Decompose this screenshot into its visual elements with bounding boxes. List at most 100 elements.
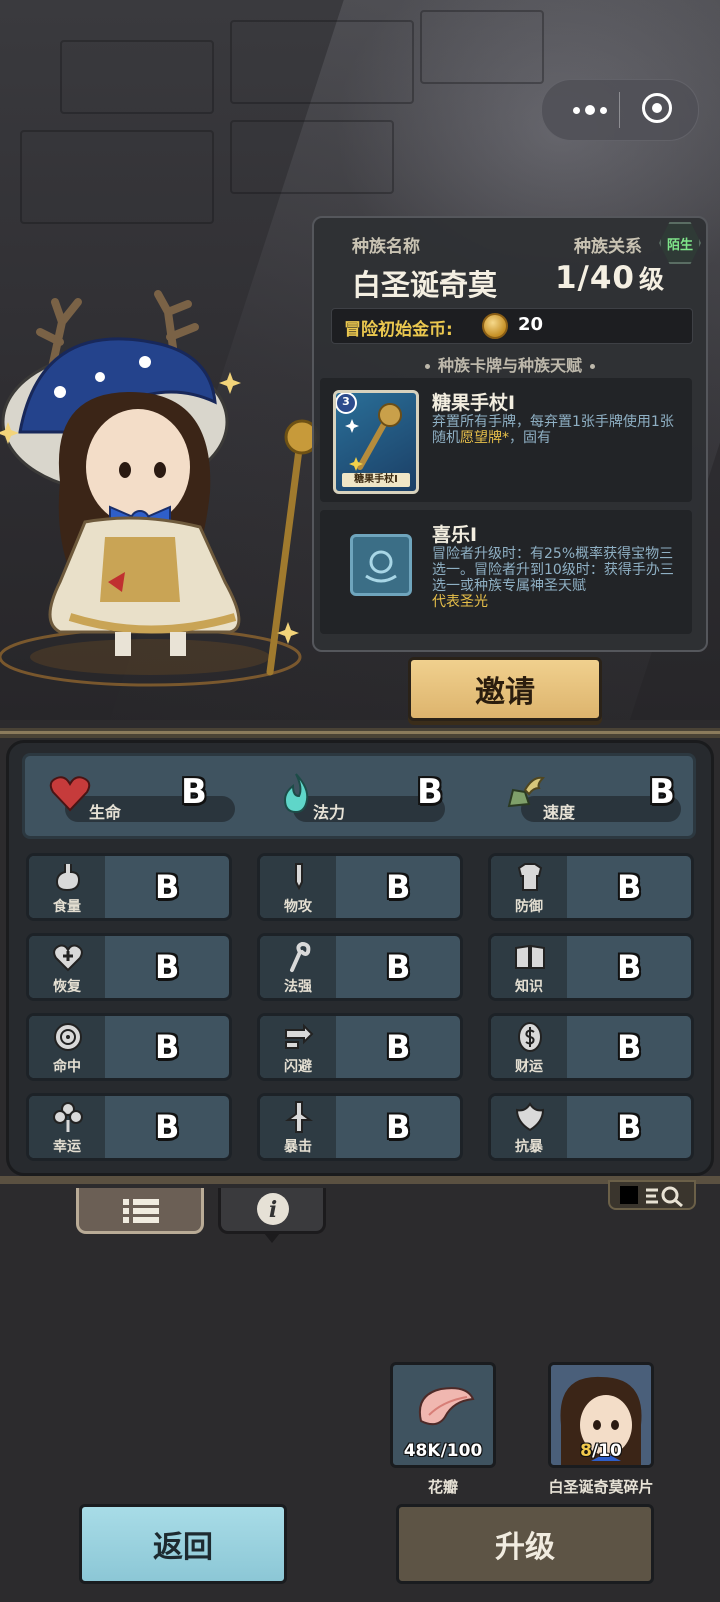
book-icon [515, 944, 545, 969]
heart-plus-icon [53, 944, 83, 972]
talent-desc-text: 冒险者升级时：有25%概率获得宝物三选一。冒险者升到10级时：获得手办三选一或种… [432, 546, 674, 594]
stat-grade: B [155, 1108, 180, 1146]
stat-knowledge[interactable]: 知识 B [488, 933, 694, 1001]
wall-brick [420, 10, 544, 84]
stat-grade: B [155, 868, 180, 906]
stat-appetite[interactable]: 食量 B [26, 853, 232, 921]
petal-icon [419, 1387, 475, 1426]
toggle-square-icon [620, 1186, 638, 1204]
dodge-icon [285, 1023, 314, 1049]
wing-boot-icon [507, 776, 545, 808]
candy-cane-card-art[interactable]: 3 糖果手杖I [333, 390, 419, 494]
section-title: 种族卡牌与种族天赋 [314, 352, 706, 376]
race-relation-label: 种族关系 [574, 237, 642, 257]
talent-desc-keyword: 代表圣光 [432, 594, 488, 610]
material-petal[interactable]: 48K/100 [390, 1362, 496, 1468]
invite-button[interactable]: 邀请 [408, 657, 602, 721]
stat-luck[interactable]: 幸运 B [26, 1093, 232, 1161]
stat-physical-attack[interactable]: 物攻 B [257, 853, 463, 921]
stat-grade: B [155, 948, 180, 986]
joy-talent-icon[interactable] [350, 534, 412, 596]
mp-label: 法力 [313, 803, 346, 822]
talent-description: 冒险者升级时：有25%概率获得宝物三选一。冒险者升到10级时：获得手办三选一或种… [432, 546, 682, 610]
material-petal-name: 花瓣 [427, 1478, 458, 1496]
stat-wealth[interactable]: 财运 B [488, 1013, 694, 1081]
back-button[interactable]: 返回 [79, 1504, 287, 1584]
race-name-label: 种族名称 [352, 237, 420, 257]
initial-gold-label: 冒险初始金币: [344, 320, 453, 340]
stat-magic-power[interactable]: 法强 B [257, 933, 463, 1001]
stat-accuracy[interactable]: 命中 B [26, 1013, 232, 1081]
card-name: 糖果手杖I [432, 392, 516, 414]
stomach-icon [55, 864, 81, 892]
material-shard[interactable]: 8/10 [548, 1362, 654, 1468]
stat-label: 幸运 [53, 1139, 81, 1155]
target-icon [54, 1023, 82, 1051]
info-icon: i [257, 1193, 289, 1225]
stat-grade: B [617, 1108, 642, 1146]
stat-recovery[interactable]: 恢复 B [26, 933, 232, 1001]
level-value: 1/40 [554, 260, 635, 296]
stat-label: 法强 [284, 979, 312, 995]
stat-label: 恢复 [53, 979, 81, 995]
stat-label: 抗暴 [515, 1139, 543, 1155]
miniprogram-capsule [541, 79, 699, 141]
card-desc-suffix: ，固有 [509, 430, 551, 446]
clover-icon [53, 1102, 83, 1132]
qty-current: 48K [403, 1441, 441, 1461]
relation-badge: 陌生 [659, 222, 701, 264]
hp-label: 生命 [89, 803, 122, 822]
qty-required: 100 [446, 1441, 483, 1461]
joy-swirl-icon [365, 550, 397, 583]
material-shard-name: 白圣诞奇莫碎片 [548, 1478, 654, 1496]
stat-label: 财运 [515, 1059, 543, 1075]
stat-grade: B [617, 868, 642, 906]
more-menu-button[interactable] [563, 94, 617, 126]
view-toggle[interactable] [608, 1180, 696, 1210]
talent-name: 喜乐I [432, 524, 478, 546]
armor-icon [517, 863, 543, 891]
search-list-icon [646, 1186, 683, 1208]
level-unit: 级 [638, 265, 665, 294]
stat-label: 知识 [515, 979, 543, 995]
wall-brick [230, 120, 394, 194]
close-miniprogram-button[interactable] [642, 93, 672, 123]
frame-top-border [0, 728, 720, 738]
mp-grade: B [417, 772, 443, 812]
stat-label: 食量 [53, 899, 81, 915]
stat-label: 命中 [53, 1059, 81, 1075]
race-name: 白圣诞奇莫 [352, 268, 498, 302]
gold-coin-icon [482, 313, 508, 339]
stat-grade: B [155, 1028, 180, 1066]
shield-flower-icon [515, 1102, 545, 1132]
qty-required: 10 [598, 1441, 622, 1461]
main-stats-panel: 生命 B 法力 B 速度 B [22, 753, 696, 839]
coin-dollar-icon [518, 1022, 542, 1052]
character-portrait [0, 290, 320, 687]
stat-label: 物攻 [284, 899, 312, 915]
card-desc-keyword: 愿望牌* [460, 430, 509, 446]
stat-dodge[interactable]: 闪避 B [257, 1013, 463, 1081]
stat-grade: B [386, 1028, 411, 1066]
race-info-panel: 种族名称 种族关系 陌生 白圣诞奇莫 1/40 级 冒险初始金币: 20 种族卡牌… [312, 216, 708, 652]
shard-quantity: 8/10 [551, 1441, 651, 1461]
staff-icon [290, 941, 311, 972]
upgrade-button[interactable]: 升级 [396, 1504, 654, 1584]
tab-attributes[interactable] [76, 1188, 204, 1234]
initial-gold-value: 20 [518, 314, 544, 335]
sword-icon [295, 863, 303, 891]
speed-grade: B [649, 772, 675, 812]
stat-critical[interactable]: 暴击 B [257, 1093, 463, 1161]
race-talent-row[interactable]: 喜乐I 冒险者升级时：有25%概率获得宝物三选一。冒险者升到10级时：获得手办三… [320, 510, 692, 634]
heart-icon [49, 776, 91, 812]
stat-grade: B [386, 948, 411, 986]
race-card-row[interactable]: 3 糖果手杖I 糖果手杖I 弃置所有手牌，每弃置1张手牌使用1张随机愿望牌*，固… [320, 378, 692, 502]
stat-label: 暴击 [284, 1139, 312, 1155]
stat-anti-critical[interactable]: 抗暴 B [488, 1093, 694, 1161]
critical-icon [285, 1101, 313, 1133]
card-description: 弃置所有手牌，每弃置1张手牌使用1张随机愿望牌*，固有 [432, 414, 682, 446]
hp-grade: B [181, 772, 207, 812]
wall-brick [60, 40, 214, 114]
stat-defense[interactable]: 防御 B [488, 853, 694, 921]
tab-info[interactable]: i [218, 1188, 326, 1243]
